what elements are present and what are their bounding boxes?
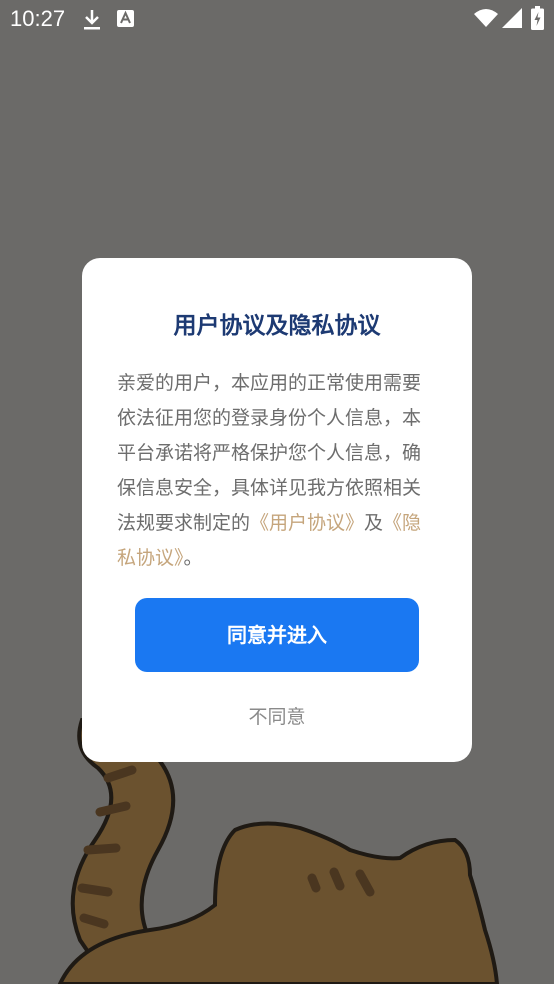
text-notification-icon [117,10,134,31]
dialog-title: 用户协议及隐私协议 [173,313,381,339]
user-agreement-link[interactable]: 《用户协议》 [250,512,364,534]
battery-charging-icon [531,6,544,34]
signal-icon [502,8,522,32]
ending-punctuation: 。 [183,547,203,569]
agree-and-enter-button[interactable]: 同意并进入 [135,598,419,672]
conjunction-text: 及 [364,512,384,534]
status-bar: 10:27 [0,0,554,38]
status-time: 10:27 [10,6,66,31]
download-icon [82,9,102,35]
wifi-icon [474,8,498,32]
dialog-body: 亲爱的用户，本应用的正常使用需要依法征用您的登录身份个人信息，本平台承诺将严格保… [117,366,439,576]
privacy-agreement-dialog: 用户协议及隐私协议 亲爱的用户，本应用的正常使用需要依法征用您的登录身份个人信息… [82,258,472,762]
disagree-button[interactable]: 不同意 [82,702,472,729]
dialog-body-text: 亲爱的用户，本应用的正常使用需要依法征用您的登录身份个人信息，本平台承诺将严格保… [117,372,422,534]
